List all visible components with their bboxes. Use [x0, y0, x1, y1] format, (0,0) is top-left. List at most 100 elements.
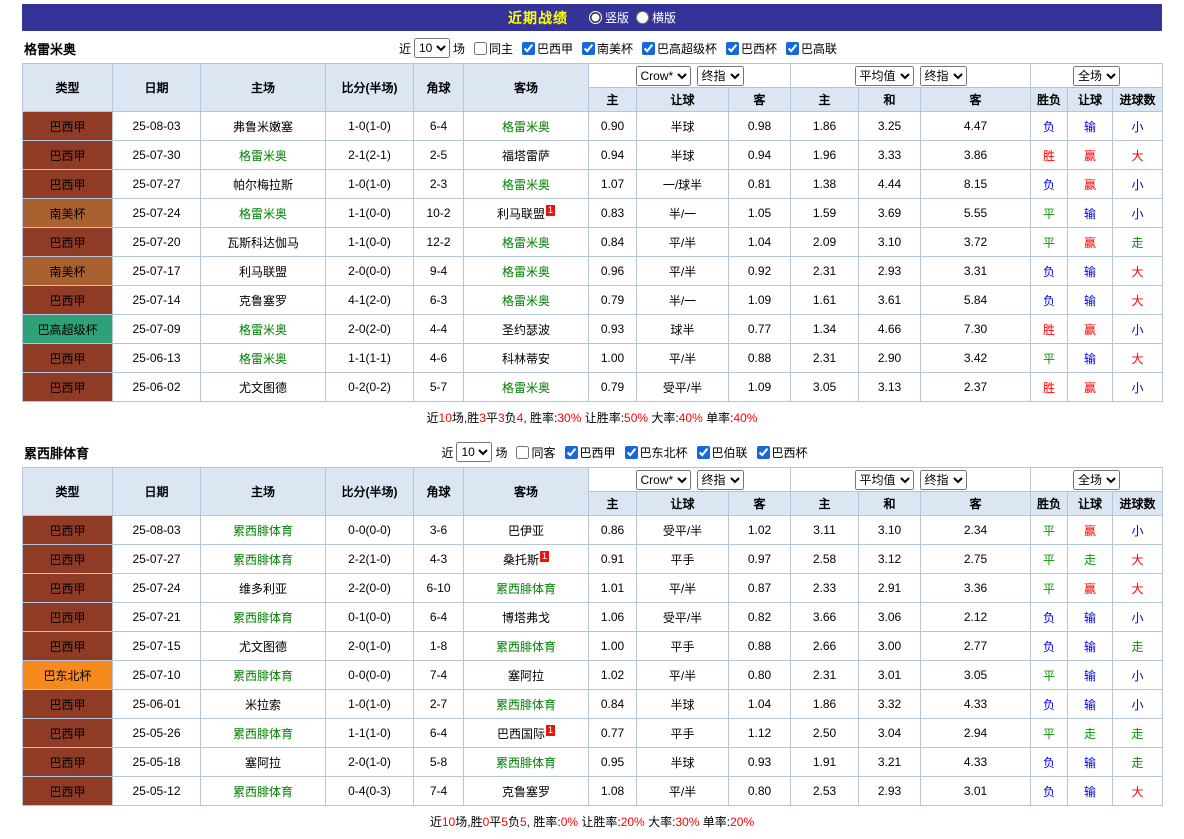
euro-home-odds-cell: 1.38 — [791, 170, 859, 199]
corners-cell: 2-3 — [414, 170, 464, 199]
date-cell: 25-08-03 — [113, 516, 201, 545]
goals-result-cell: 走 — [1113, 632, 1163, 661]
col-euro-away: 客 — [921, 492, 1031, 516]
horizontal-radio[interactable] — [636, 11, 649, 24]
summary-segment: 平 — [486, 411, 498, 425]
same-venue-option[interactable]: 同客 — [510, 444, 555, 461]
average-select[interactable]: 平均值 — [855, 470, 914, 490]
league-checkbox[interactable] — [757, 446, 770, 459]
final-odds-select[interactable]: 终指 — [697, 470, 744, 490]
handicap-result-cell: 赢 — [1068, 141, 1113, 170]
bookmaker-select[interactable]: Crow* — [636, 470, 691, 490]
handicap-result-cell: 赢 — [1068, 516, 1113, 545]
section-header: 格雷米奥 近 10 场 同主 巴西甲 南美杯 巴高超级杯 巴西杯 巴高联 — [22, 31, 1162, 63]
asia-away-odds-cell: 0.80 — [729, 777, 791, 806]
match-row: 巴西甲25-05-12累西腓体育0-4(0-3)7-4克鲁塞罗1.08平/半0.… — [23, 777, 1163, 806]
summary-segment: 20% — [621, 815, 645, 829]
league-label: 巴东北杯 — [640, 444, 688, 461]
league-option[interactable]: 巴高联 — [780, 40, 837, 57]
league-option[interactable]: 巴西甲 — [516, 40, 573, 57]
same-venue-option[interactable]: 同主 — [468, 40, 513, 57]
league-checkbox[interactable] — [625, 446, 638, 459]
summary-line: 近10场,胜3平3负4, 胜率:30% 让胜率:50% 大率:40% 单率:40… — [22, 402, 1162, 435]
date-cell: 25-05-26 — [113, 719, 201, 748]
league-option[interactable]: 南美杯 — [576, 40, 633, 57]
home-team-cell: 塞阿拉 — [201, 748, 326, 777]
competition-cell: 南美杯 — [23, 257, 113, 286]
competition-cell: 巴西甲 — [23, 516, 113, 545]
league-checkbox[interactable] — [786, 42, 799, 55]
euro-draw-odds-cell: 3.06 — [859, 603, 921, 632]
league-option[interactable]: 巴西杯 — [720, 40, 777, 57]
league-option[interactable]: 巴东北杯 — [619, 444, 688, 461]
euro-draw-odds-cell: 3.33 — [859, 141, 921, 170]
league-checkbox[interactable] — [522, 42, 535, 55]
asia-away-odds-cell: 0.81 — [729, 170, 791, 199]
asia-handicap-cell: 平手 — [637, 719, 729, 748]
layout-horizontal-option[interactable]: 横版 — [636, 9, 676, 26]
asia-home-odds-cell: 0.86 — [589, 516, 637, 545]
competition-cell: 巴西甲 — [23, 545, 113, 574]
league-label: 巴西甲 — [537, 40, 573, 57]
match-row: 巴西甲25-07-14克鲁塞罗4-1(2-0)6-3格雷米奥0.79半/一1.0… — [23, 286, 1163, 315]
league-checkbox[interactable] — [726, 42, 739, 55]
summary-segment: 10 — [442, 815, 455, 829]
result-cell: 平 — [1031, 228, 1068, 257]
league-option[interactable]: 巴高超级杯 — [636, 40, 717, 57]
asia-away-odds-cell: 0.80 — [729, 661, 791, 690]
summary-segment: 40% — [679, 411, 703, 425]
goals-result-cell: 小 — [1113, 199, 1163, 228]
asia-home-odds-cell: 1.01 — [589, 574, 637, 603]
league-checkbox[interactable] — [697, 446, 710, 459]
asia-handicap-cell: 受平/半 — [637, 516, 729, 545]
col-goals-result: 进球数 — [1113, 492, 1163, 516]
bookmaker-select[interactable]: Crow* — [636, 66, 691, 86]
league-checkbox[interactable] — [565, 446, 578, 459]
euro-away-odds-cell: 2.77 — [921, 632, 1031, 661]
match-row: 巴西甲25-06-02尤文图德0-2(0-2)5-7格雷米奥0.79受平/半1.… — [23, 373, 1163, 402]
league-option[interactable]: 巴伯联 — [691, 444, 748, 461]
asia-handicap-cell: 平/半 — [637, 574, 729, 603]
asia-odds-selects: Crow* 终指 — [589, 468, 791, 492]
final-odds-select-2[interactable]: 终指 — [920, 470, 967, 490]
asia-home-odds-cell: 0.90 — [589, 112, 637, 141]
recent-count-select[interactable]: 10 — [456, 442, 492, 462]
final-odds-select[interactable]: 终指 — [697, 66, 744, 86]
layout-vertical-option[interactable]: 竖版 — [589, 9, 629, 26]
home-team-cell: 格雷米奥 — [201, 315, 326, 344]
col-result: 胜负 — [1031, 88, 1068, 112]
score-cell: 1-1(0-0) — [326, 228, 414, 257]
recent-count-select[interactable]: 10 — [414, 38, 450, 58]
league-option[interactable]: 巴西甲 — [559, 444, 616, 461]
same-venue-checkbox[interactable] — [474, 42, 487, 55]
home-team-cell: 格雷米奥 — [201, 344, 326, 373]
home-team-cell: 累西腓体育 — [201, 516, 326, 545]
away-team-cell: 博塔弗戈 — [464, 603, 589, 632]
competition-cell: 巴西甲 — [23, 170, 113, 199]
goals-result-cell: 走 — [1113, 748, 1163, 777]
result-cell: 负 — [1031, 777, 1068, 806]
league-checkbox[interactable] — [642, 42, 655, 55]
asia-home-odds-cell: 0.93 — [589, 315, 637, 344]
col-type: 类型 — [23, 468, 113, 516]
fulltime-select[interactable]: 全场 — [1073, 470, 1120, 490]
asia-handicap-cell: 半球 — [637, 690, 729, 719]
col-date: 日期 — [113, 468, 201, 516]
league-checkbox[interactable] — [582, 42, 595, 55]
final-odds-select-2[interactable]: 终指 — [920, 66, 967, 86]
average-select[interactable]: 平均值 — [855, 66, 914, 86]
score-cell: 0-2(0-2) — [326, 373, 414, 402]
euro-draw-odds-cell: 3.10 — [859, 228, 921, 257]
date-cell: 25-06-01 — [113, 690, 201, 719]
league-option[interactable]: 巴西杯 — [751, 444, 808, 461]
fulltime-select[interactable]: 全场 — [1073, 66, 1120, 86]
euro-away-odds-cell: 2.12 — [921, 603, 1031, 632]
goals-result-cell: 大 — [1113, 545, 1163, 574]
same-venue-checkbox[interactable] — [516, 446, 529, 459]
vertical-radio[interactable] — [589, 11, 602, 24]
summary-segment: 30% — [675, 815, 699, 829]
handicap-result-cell: 输 — [1068, 603, 1113, 632]
competition-cell: 巴西甲 — [23, 632, 113, 661]
date-cell: 25-07-15 — [113, 632, 201, 661]
horizontal-label: 横版 — [652, 9, 676, 26]
